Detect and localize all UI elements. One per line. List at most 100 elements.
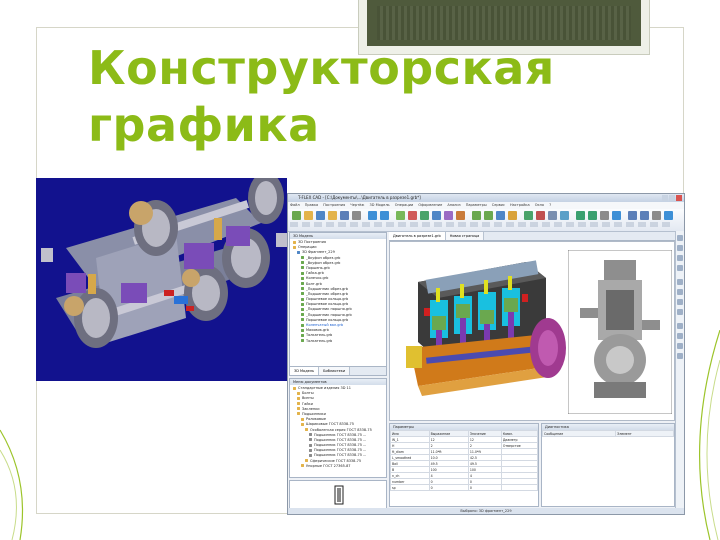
slide-title-line1: Конструкторская (88, 41, 555, 95)
section-view-icon[interactable] (677, 343, 683, 349)
tab-new-page[interactable]: Новая страница (445, 232, 485, 240)
doc-item-label: Особолегкая серия ГОСТ 8338-75 (310, 427, 372, 432)
cell: sp (390, 484, 430, 491)
zoom-in-icon[interactable] (677, 279, 683, 285)
open-model-icon[interactable] (328, 211, 337, 220)
menu-analysis[interactable]: Анализ (447, 203, 460, 207)
model-tree-panel: 3D Модель 3D Построения Операции 3D Фраг… (289, 232, 387, 376)
doc-item-label: Подшипник ГОСТ 8338-75 ... (314, 448, 367, 453)
slide-title: Конструкторская графика (88, 40, 555, 154)
tab-engine-drawing[interactable]: Двигатель в разрезе1.grb (389, 232, 446, 240)
doc-item-label: Шариковые ГОСТ 8338-75 (306, 422, 354, 427)
menu-settings[interactable]: Настройка (510, 203, 530, 207)
menu-annotation[interactable]: Оформление (418, 203, 442, 207)
doc-item-label: Подшипник ГОСТ 8338-75 ... (314, 432, 367, 437)
tree-item-label: Толкатель.grb (306, 338, 333, 343)
tab-libraries[interactable]: Библиотеки (319, 367, 351, 375)
view-top-icon[interactable] (677, 245, 683, 251)
assembly-icon[interactable] (524, 211, 533, 220)
table-row[interactable]: sp 0 0 (390, 484, 539, 491)
cell[interactable]: 0 (428, 484, 469, 491)
tree-item-label: _Вкуфон обрез.grb (306, 255, 341, 260)
analysis-icon[interactable] (612, 211, 621, 220)
settings-icon[interactable] (652, 211, 661, 220)
help-icon[interactable] (664, 211, 673, 220)
tree-item-label: Коленчатый вал.grb (306, 323, 344, 327)
fragment-icon[interactable] (536, 211, 545, 220)
tree-item[interactable]: Толкатель.grb (293, 339, 386, 344)
document-tabs: Двигатель в разрезе1.grb Новая страница (389, 232, 675, 241)
measure-icon[interactable] (588, 211, 597, 220)
cad-titlebar: T-FLEX CAD - [C:\Документы\...\Двигатель… (288, 194, 684, 202)
menu-edit[interactable]: Правка (305, 203, 318, 207)
zoom-icon[interactable] (640, 211, 649, 220)
tree-item-label: Маховик.grb (306, 328, 329, 333)
fillet-icon[interactable] (472, 211, 481, 220)
redo-icon[interactable] (380, 211, 389, 220)
section-icon[interactable] (548, 211, 557, 220)
table-header-row: Сообщение Элемент (541, 430, 674, 437)
model-tree-bottom-tabs: 3D Модель Библиотеки (290, 366, 386, 375)
doc-item-label: Гайки (302, 401, 313, 406)
menu-service[interactable]: Сервис (492, 203, 505, 207)
new-3d-model-icon[interactable] (316, 211, 325, 220)
doc-item-label: Подшипник ГОСТ 8338-75 ... (314, 443, 367, 448)
tree-item-label: Поршневое кольцо.grb (306, 317, 349, 322)
render-icon[interactable] (600, 211, 609, 220)
tree-item-label: Болт.grb (306, 281, 322, 286)
view-icon[interactable] (628, 211, 637, 220)
doc-item-label: Подшипники (302, 411, 326, 416)
tree-item-label: Поршневое кольцо.grb (306, 302, 349, 307)
undo-icon[interactable] (368, 211, 377, 220)
print-icon[interactable] (352, 211, 361, 220)
extrude-icon[interactable] (420, 211, 429, 220)
array-icon[interactable] (508, 211, 517, 220)
rotate-icon[interactable] (432, 211, 441, 220)
menu-file[interactable]: Файл (290, 203, 300, 207)
cad-menubar: Файл Правка Построения Чертёж 3D Модель … (288, 202, 684, 209)
menu-drawing[interactable]: Чертёж (350, 203, 364, 207)
engine-side-view-drawing (568, 250, 672, 414)
lighting-icon[interactable] (677, 353, 683, 359)
loft-icon[interactable] (444, 211, 453, 220)
parameters-table: Имя Выражение Значение Комм. W_1 12 12 Диам… (390, 430, 539, 491)
dimension-icon[interactable] (576, 211, 585, 220)
menu-3d-model[interactable]: 3D Модель (370, 203, 390, 207)
shading-icon[interactable] (677, 323, 683, 329)
drawing-canvas[interactable] (389, 241, 675, 421)
chamfer-icon[interactable] (484, 211, 493, 220)
pan-icon[interactable] (677, 299, 683, 305)
workplane-icon[interactable] (396, 211, 405, 220)
menu-operations[interactable]: Операции (395, 203, 414, 207)
view-iso-icon[interactable] (677, 265, 683, 271)
tree-item-label: 3D Фрагмент_229 (302, 250, 335, 255)
menu-parameters[interactable]: Параметры (466, 203, 487, 207)
preview-panel (289, 480, 387, 509)
window-controls-icon[interactable] (662, 195, 682, 201)
boolean-icon[interactable] (456, 211, 465, 220)
rotate-view-icon[interactable] (677, 309, 683, 315)
open-document-icon[interactable] (304, 211, 313, 220)
engine-cutaway-render (406, 260, 566, 396)
tree-item-label: Гайка.grb (306, 271, 324, 276)
tree-item-label: _Подшипник обрез.grb (306, 286, 349, 291)
documents-panel: Меню документов Стандартные изделия 3D 1… (289, 378, 387, 478)
doc-item[interactable]: Упорные ГОСТ 27365-87 (293, 464, 386, 469)
new-document-icon[interactable] (292, 211, 301, 220)
tree-item-label: _Подшипник поршня.grb (306, 312, 352, 317)
menu-construct[interactable]: Построения (323, 203, 345, 207)
view-side-icon[interactable] (677, 255, 683, 261)
cad-window: T-FLEX CAD - [C:\Документы\...\Двигатель… (287, 193, 685, 515)
projection-icon[interactable] (560, 211, 569, 220)
doc-item-label: Винты (302, 396, 314, 401)
menu-help[interactable]: ? (549, 203, 551, 207)
sketch-icon[interactable] (408, 211, 417, 220)
zoom-out-icon[interactable] (677, 289, 683, 295)
save-icon[interactable] (340, 211, 349, 220)
menu-window[interactable]: Окно (535, 203, 544, 207)
wireframe-icon[interactable] (677, 333, 683, 339)
tab-3d-model[interactable]: 3D Модель (290, 367, 320, 375)
hole-icon[interactable] (496, 211, 505, 220)
view-front-icon[interactable] (677, 235, 683, 241)
column-header: Элемент (615, 430, 674, 437)
